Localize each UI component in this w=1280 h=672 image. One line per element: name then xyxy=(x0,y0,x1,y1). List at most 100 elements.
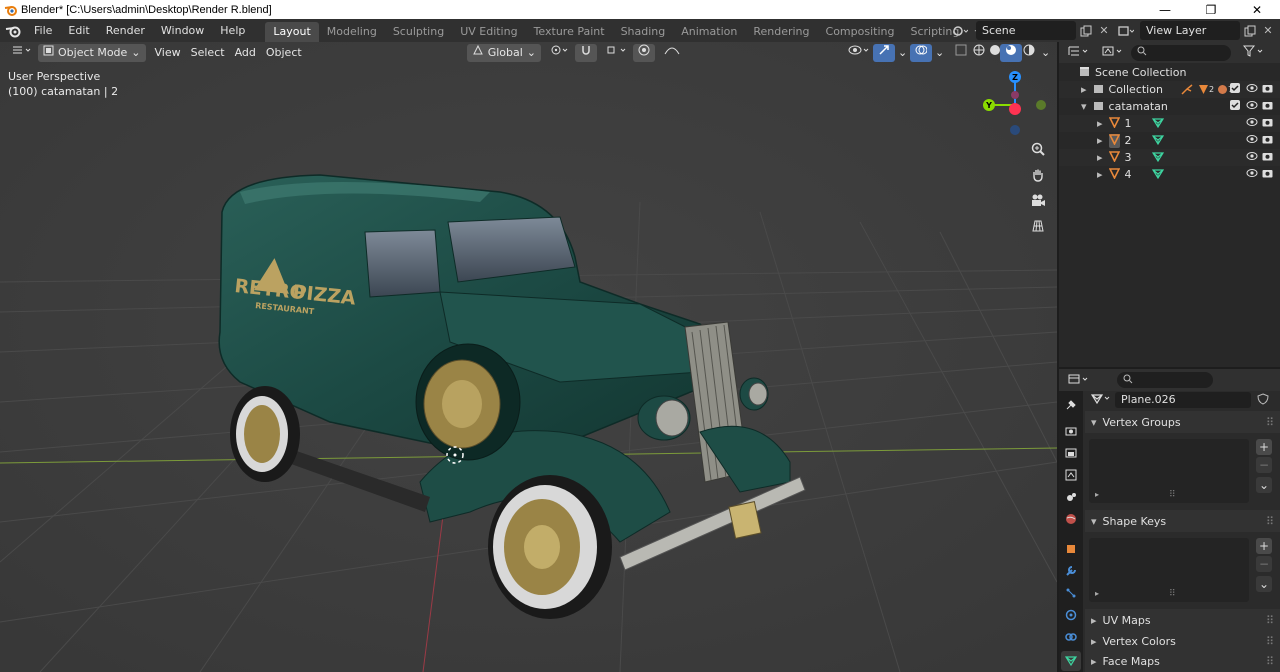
render-tab-icon[interactable] xyxy=(1061,421,1081,441)
outliner-row-catamatan[interactable]: ▾ catamatan xyxy=(1059,98,1280,115)
scene-name-field[interactable]: Scene xyxy=(976,21,1076,40)
drag-handle-icon[interactable]: ⠿ xyxy=(1266,614,1274,627)
camera-render-icon[interactable] xyxy=(1262,100,1273,113)
overlays-dropdown-icon[interactable]: ⌄ xyxy=(930,44,949,62)
tab-uv-editing[interactable]: UV Editing xyxy=(452,22,525,42)
new-scene-icon[interactable] xyxy=(1076,21,1096,40)
camera-render-icon[interactable] xyxy=(1262,117,1273,130)
constraints-tab-icon[interactable] xyxy=(1061,627,1081,647)
mesh-data-tab-icon[interactable] xyxy=(1061,651,1081,671)
menu-file[interactable]: File xyxy=(26,19,60,42)
object-tab-icon[interactable] xyxy=(1061,539,1081,559)
axis-neg-z-handle[interactable] xyxy=(1010,125,1020,135)
properties-search-input[interactable] xyxy=(1117,372,1213,388)
collection-checkbox[interactable] xyxy=(1230,83,1240,96)
outliner-row-object-2[interactable]: ▸ 2 xyxy=(1059,132,1280,149)
new-view-layer-icon[interactable] xyxy=(1240,21,1260,40)
eye-icon[interactable] xyxy=(1246,134,1258,147)
ortho-grid-icon[interactable] xyxy=(1027,215,1049,237)
outliner-row-object-3[interactable]: ▸ 3 xyxy=(1059,149,1280,166)
menu-help[interactable]: Help xyxy=(212,19,253,42)
axis-neg-y-handle[interactable] xyxy=(1036,100,1046,110)
snap-toggle-icon[interactable] xyxy=(575,43,597,62)
menu-window[interactable]: Window xyxy=(153,19,212,42)
close-button[interactable]: ✕ xyxy=(1234,0,1280,19)
outliner-row-object-4[interactable]: ▸ 4 xyxy=(1059,166,1280,183)
eye-icon[interactable] xyxy=(1246,117,1258,130)
zoom-icon[interactable] xyxy=(1027,138,1049,160)
shading-dropdown-icon[interactable]: ⌄ xyxy=(1036,44,1055,62)
pan-hand-icon[interactable] xyxy=(1027,164,1049,186)
output-tab-icon[interactable] xyxy=(1061,443,1081,463)
transform-orientation-dropdown[interactable]: Global ⌄ xyxy=(466,43,541,62)
editor-type-icon[interactable] xyxy=(6,44,38,62)
list-expand-icon[interactable]: ▸ xyxy=(1095,589,1099,598)
tab-animation[interactable]: Animation xyxy=(673,22,745,42)
tab-modeling[interactable]: Modeling xyxy=(319,22,385,42)
menu-render[interactable]: Render xyxy=(98,19,153,42)
falloff-icon[interactable] xyxy=(659,44,685,62)
outliner-row-scene-collection[interactable]: Scene Collection xyxy=(1059,64,1280,81)
3d-viewport[interactable]: RETRO PIZZA RESTAURANT Object Mode ⌄ Vie… xyxy=(0,42,1057,672)
scene-browse-icon[interactable] xyxy=(950,21,970,40)
add-vertex-group-button[interactable]: + xyxy=(1256,439,1272,455)
remove-shape-key-button[interactable]: − xyxy=(1256,556,1272,572)
mode-selector[interactable]: Object Mode ⌄ xyxy=(38,43,146,62)
minimize-button[interactable]: — xyxy=(1142,0,1188,19)
tool-tab-icon[interactable] xyxy=(1061,395,1081,415)
visibility-dropdown-icon[interactable] xyxy=(843,44,875,62)
tab-sculpting[interactable]: Sculpting xyxy=(385,22,452,42)
camera-render-icon[interactable] xyxy=(1262,151,1273,164)
eye-icon[interactable] xyxy=(1246,151,1258,164)
axis-x-handle[interactable] xyxy=(1009,103,1021,115)
shape-key-specials-chevron-icon[interactable]: ⌄ xyxy=(1256,576,1272,592)
camera-render-icon[interactable] xyxy=(1262,168,1273,181)
scene-tab-icon[interactable] xyxy=(1061,487,1081,507)
panel-vertex-groups[interactable]: ▾ Vertex Groups ⠿ xyxy=(1085,411,1280,433)
display-mode-icon[interactable] xyxy=(1101,45,1125,60)
panel-face-maps[interactable]: ▸ Face Maps ⠿ xyxy=(1085,651,1280,672)
properties-editor-type-icon[interactable] xyxy=(1067,373,1091,388)
tab-compositing[interactable]: Compositing xyxy=(818,22,903,42)
vertex-groups-list[interactable]: ▸ ⠿ xyxy=(1089,439,1249,503)
navigation-gizmo[interactable]: Z Y xyxy=(978,68,1057,148)
tab-rendering[interactable]: Rendering xyxy=(745,22,817,42)
eye-icon[interactable] xyxy=(1246,100,1258,113)
camera-view-icon[interactable] xyxy=(1027,189,1049,211)
maximize-button[interactable]: ❐ xyxy=(1188,0,1234,19)
tab-layout[interactable]: Layout xyxy=(265,21,319,42)
blender-menu-icon[interactable] xyxy=(0,19,26,42)
expand-arrow-icon[interactable]: ▸ xyxy=(1097,134,1103,147)
menu-view[interactable]: View xyxy=(150,44,186,62)
view-layer-browse-icon[interactable] xyxy=(1116,21,1136,40)
filter-icon[interactable] xyxy=(1242,45,1265,60)
remove-vertex-group-button[interactable]: − xyxy=(1256,457,1272,473)
expand-arrow-icon[interactable]: ▸ xyxy=(1081,83,1087,96)
outliner-search-input[interactable] xyxy=(1131,44,1231,61)
particles-tab-icon[interactable] xyxy=(1061,583,1081,603)
outliner-row-object-1[interactable]: ▸ 1 xyxy=(1059,115,1280,132)
add-shape-key-button[interactable]: + xyxy=(1256,538,1272,554)
eye-icon[interactable] xyxy=(1246,83,1258,96)
view-layer-name-field[interactable]: View Layer xyxy=(1140,21,1240,40)
tab-texture-paint[interactable]: Texture Paint xyxy=(526,22,613,42)
camera-render-icon[interactable] xyxy=(1262,83,1273,96)
world-tab-icon[interactable] xyxy=(1061,509,1081,529)
expand-arrow-icon[interactable]: ▸ xyxy=(1097,117,1103,130)
menu-add[interactable]: Add xyxy=(230,44,261,62)
drag-handle-icon[interactable]: ⠿ xyxy=(1266,635,1274,648)
list-expand-icon[interactable]: ▸ xyxy=(1095,490,1099,499)
panel-uv-maps[interactable]: ▸ UV Maps ⠿ xyxy=(1085,609,1280,631)
overlays-toggle-icon[interactable] xyxy=(910,43,932,62)
shape-keys-list[interactable]: ▸ ⠿ xyxy=(1089,538,1249,602)
outliner-editor-type-icon[interactable] xyxy=(1067,45,1091,60)
panel-vertex-colors[interactable]: ▸ Vertex Colors ⠿ xyxy=(1085,630,1280,652)
proportional-edit-icon[interactable] xyxy=(633,43,655,62)
drag-handle-icon[interactable]: ⠿ xyxy=(1266,515,1274,528)
expand-arrow-icon[interactable]: ▸ xyxy=(1097,168,1103,181)
view-layer-tab-icon[interactable] xyxy=(1061,465,1081,485)
list-resize-grip-icon[interactable]: ⠿ xyxy=(1169,490,1176,500)
panel-shape-keys[interactable]: ▾ Shape Keys ⠿ xyxy=(1085,510,1280,532)
list-resize-grip-icon[interactable]: ⠿ xyxy=(1169,589,1176,599)
tab-shading[interactable]: Shading xyxy=(613,22,674,42)
